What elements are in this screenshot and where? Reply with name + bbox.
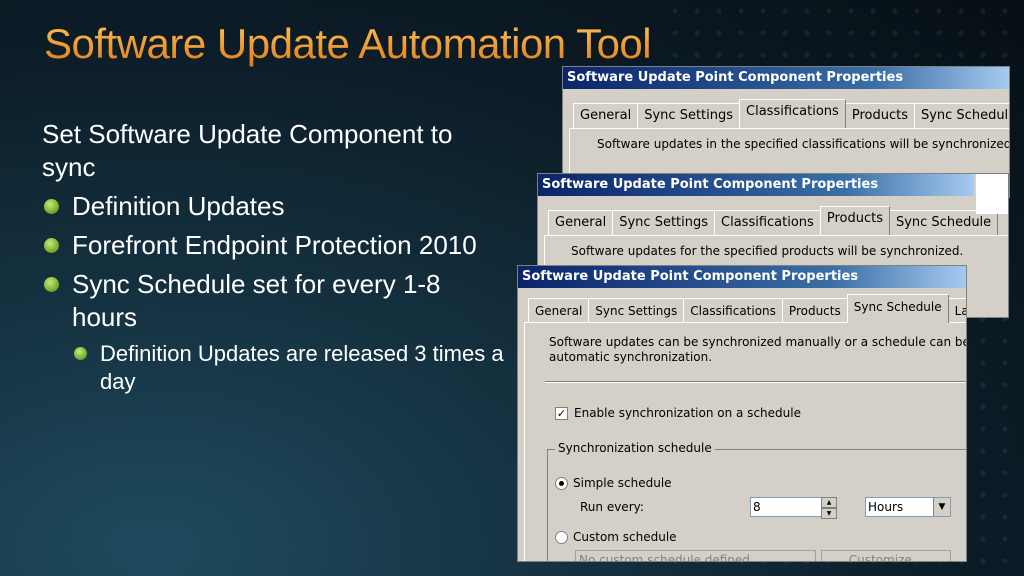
custom-schedule-field: No custom schedule defined <box>575 550 816 561</box>
dialog-title: Software Update Point Component Properti… <box>518 266 966 288</box>
chevron-down-icon[interactable]: ▼ <box>933 498 950 516</box>
unit-select[interactable]: Hours ▼ <box>865 497 951 517</box>
tab-sync-schedule[interactable]: Sync Schedule <box>913 103 1009 128</box>
custom-schedule-radio[interactable] <box>555 531 568 544</box>
dialog-sync-schedule: Software Update Point Component Properti… <box>517 265 967 562</box>
panel-description-line1: Software updates can be synchronized man… <box>549 335 967 349</box>
tab-sync-settings[interactable]: Sync Settings <box>588 298 685 323</box>
dialog-title: Software Update Point Component Properti… <box>563 67 1009 89</box>
tab-strip: General Sync Settings Classifications Pr… <box>548 206 999 235</box>
panel-description: Software updates in the specified classi… <box>597 137 1010 151</box>
simple-schedule-label: Simple schedule <box>573 476 672 490</box>
bullet-item: Definition Updates <box>42 190 512 223</box>
customize-button: Customize... <box>821 550 951 561</box>
dialog-title: Software Update Point Component Properti… <box>538 174 974 196</box>
tab-strip: General Sync Settings Classifications Pr… <box>573 99 1009 128</box>
bullet-item: Forefront Endpoint Protection 2010 <box>42 229 512 262</box>
custom-schedule-label: Custom schedule <box>573 530 677 544</box>
tab-general[interactable]: General <box>548 210 614 235</box>
tab-products[interactable]: Products <box>819 206 890 235</box>
tab-panel: Software updates can be synchronized man… <box>524 322 966 561</box>
tab-classifications[interactable]: Classifications <box>683 298 783 323</box>
tab-products[interactable]: Products <box>781 298 848 323</box>
tab-general[interactable]: General <box>528 298 590 323</box>
tab-products[interactable]: Products <box>844 103 915 128</box>
enable-schedule-label: Enable synchronization on a schedule <box>574 406 801 420</box>
panel-description: Software updates for the specified produ… <box>571 244 964 258</box>
separator <box>545 381 966 383</box>
spin-down-icon[interactable]: ▼ <box>821 508 837 519</box>
tab-classifications[interactable]: Classifications <box>714 210 821 235</box>
intro-text: Set Software Update Component to sync <box>42 119 453 182</box>
run-every-label: Run every: <box>580 500 644 514</box>
bullet-list: Definition Updates Forefront Endpoint Pr… <box>42 190 512 396</box>
slide-body: Set Software Update Component to sync De… <box>42 118 512 396</box>
simple-schedule-radio[interactable] <box>555 477 568 490</box>
bullet-item: Sync Schedule set for every 1-8 hours De… <box>42 268 512 396</box>
tab-strip: General Sync Settings Classifications Pr… <box>528 294 966 323</box>
panel-description-line2: automatic synchronization. <box>549 350 713 364</box>
tab-classifications[interactable]: Classifications <box>739 99 846 128</box>
green-bullet-icon <box>74 347 87 360</box>
tab-language[interactable]: Language <box>947 298 966 323</box>
tab-sync-schedule[interactable]: Sync Schedule <box>846 294 949 323</box>
run-every-input[interactable]: 8 <box>750 497 822 517</box>
window-edge <box>976 174 1008 214</box>
run-every-stepper[interactable]: ▲ ▼ <box>821 497 837 519</box>
sub-bullet-item: Definition Updates are released 3 times … <box>72 340 512 396</box>
green-bullet-icon <box>44 238 59 253</box>
slide-title: Software Update Automation Tool <box>44 20 652 67</box>
enable-schedule-checkbox[interactable]: ✓ <box>555 407 568 420</box>
green-bullet-icon <box>44 277 59 292</box>
tab-general[interactable]: General <box>573 103 639 128</box>
green-bullet-icon <box>44 199 59 214</box>
tab-sync-settings[interactable]: Sync Settings <box>612 210 716 235</box>
tab-sync-settings[interactable]: Sync Settings <box>637 103 741 128</box>
sub-bullet-list: Definition Updates are released 3 times … <box>72 340 512 396</box>
group-title: Synchronization schedule <box>555 441 715 455</box>
spin-up-icon[interactable]: ▲ <box>821 497 837 508</box>
